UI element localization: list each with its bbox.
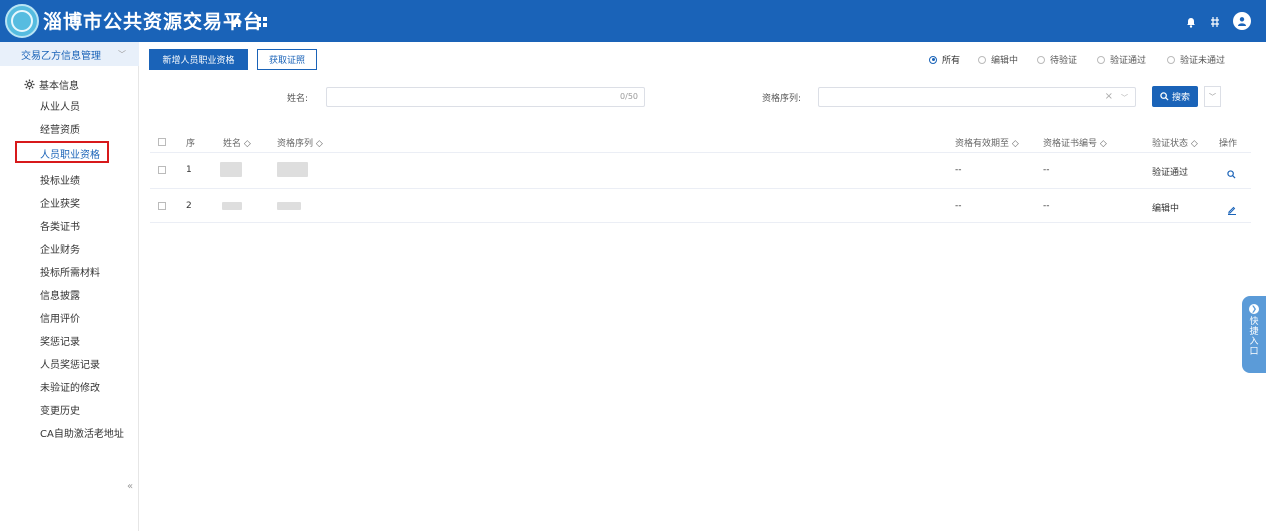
column-header-ops: 操作 bbox=[1219, 139, 1238, 149]
search-button[interactable]: 搜索 bbox=[1152, 86, 1198, 107]
filter-failed-label: 验证未通过 bbox=[1180, 56, 1226, 66]
row-cert-no: -- bbox=[1043, 201, 1050, 211]
platform-logo-icon bbox=[5, 4, 39, 38]
search-icon bbox=[1160, 92, 1169, 101]
sidebar-item-credit-rating[interactable]: 信用评价 bbox=[0, 307, 139, 327]
search-options-toggle[interactable]: ﹀ bbox=[1204, 86, 1221, 107]
series-field-label: 资格序列: bbox=[762, 94, 802, 104]
sidebar: 交易乙方信息管理 ﹀ 基本信息 从业人员 经营资质 人员职业资格 投标业绩 企业… bbox=[0, 42, 139, 531]
sort-icon[interactable]: ◇ bbox=[1191, 139, 1198, 149]
sidebar-group-header[interactable]: 交易乙方信息管理 ﹀ bbox=[0, 42, 139, 66]
name-char-counter: 0/50 bbox=[620, 92, 638, 101]
fetch-license-button[interactable]: 获取证照 bbox=[257, 49, 317, 70]
sidebar-item-personnel-rewards[interactable]: 人员奖惩记录 bbox=[0, 353, 139, 373]
row-seq: 2 bbox=[186, 201, 192, 211]
sidebar-item-business-qualification[interactable]: 经营资质 bbox=[0, 118, 139, 138]
sidebar-section-basic-info[interactable]: 基本信息 bbox=[24, 77, 79, 92]
language-switch-icon[interactable] bbox=[1207, 14, 1223, 30]
filter-failed-radio[interactable]: 验证未通过 bbox=[1167, 53, 1225, 66]
row-valid-until: -- bbox=[955, 201, 962, 211]
sidebar-item-unverified-changes[interactable]: 未验证的修改 bbox=[0, 376, 139, 396]
sort-icon[interactable]: ◇ bbox=[1012, 139, 1019, 149]
column-header-status[interactable]: 验证状态 ◇ bbox=[1152, 136, 1198, 149]
row-divider bbox=[150, 222, 1251, 223]
notification-bell-icon[interactable] bbox=[1183, 14, 1199, 30]
redacted-name bbox=[220, 162, 242, 177]
column-header-valid-label: 资格有效期至 bbox=[955, 139, 1010, 149]
edit-icon[interactable] bbox=[1227, 200, 1237, 219]
row-checkbox[interactable] bbox=[158, 166, 166, 174]
column-header-series[interactable]: 资格序列 ◇ bbox=[277, 136, 323, 149]
sidebar-item-certificates[interactable]: 各类证书 bbox=[0, 215, 139, 235]
header-divider bbox=[150, 152, 1251, 153]
filter-pending-label: 待验证 bbox=[1050, 56, 1078, 66]
row-valid-until: -- bbox=[955, 165, 962, 175]
filter-all-label: 所有 bbox=[942, 56, 961, 66]
row-status: 验证通过 bbox=[1152, 168, 1189, 178]
row-divider bbox=[150, 188, 1251, 189]
quick-entry-label: 快捷入口 bbox=[1249, 317, 1259, 357]
sidebar-section-label: 基本信息 bbox=[39, 81, 79, 92]
filter-passed-label: 验证通过 bbox=[1110, 56, 1147, 66]
quick-entry-arrow-icon: ❯ bbox=[1249, 304, 1259, 314]
clear-icon[interactable]: × bbox=[1105, 91, 1113, 102]
top-header: 淄博市公共资源交易平台 bbox=[0, 0, 1266, 42]
column-header-seq: 序 bbox=[186, 139, 196, 149]
sidebar-item-awards[interactable]: 企业获奖 bbox=[0, 192, 139, 212]
column-header-series-label: 资格序列 bbox=[277, 139, 314, 149]
chevron-down-icon: ﹀ bbox=[118, 49, 126, 59]
row-cert-no: -- bbox=[1043, 165, 1050, 175]
sidebar-item-finance[interactable]: 企业财务 bbox=[0, 238, 139, 258]
chevron-down-icon: ﹀ bbox=[1209, 92, 1216, 101]
apps-grid-icon[interactable] bbox=[254, 14, 270, 30]
sidebar-item-bid-materials[interactable]: 投标所需材料 bbox=[0, 261, 139, 281]
chevron-down-icon: ﹀ bbox=[1121, 94, 1128, 102]
sort-icon[interactable]: ◇ bbox=[1100, 139, 1107, 149]
redacted-series bbox=[277, 162, 308, 177]
series-select-input[interactable]: × ﹀ bbox=[818, 87, 1136, 107]
row-status: 编辑中 bbox=[1152, 204, 1180, 214]
sort-icon[interactable]: ◇ bbox=[316, 139, 323, 149]
sidebar-group-label: 交易乙方信息管理 bbox=[21, 50, 101, 62]
user-avatar-icon[interactable] bbox=[1233, 12, 1251, 30]
filter-editing-label: 编辑中 bbox=[991, 56, 1019, 66]
sidebar-item-change-history[interactable]: 变更历史 bbox=[0, 399, 139, 419]
home-icon[interactable] bbox=[229, 14, 245, 30]
column-header-valid-until[interactable]: 资格有效期至 ◇ bbox=[955, 136, 1019, 149]
redacted-name bbox=[222, 202, 242, 210]
sidebar-item-rewards-penalties[interactable]: 奖惩记录 bbox=[0, 330, 139, 350]
gear-icon bbox=[24, 79, 35, 90]
view-icon[interactable] bbox=[1227, 164, 1236, 183]
redacted-series bbox=[277, 202, 301, 210]
filter-passed-radio[interactable]: 验证通过 bbox=[1097, 53, 1146, 66]
row-seq: 1 bbox=[186, 165, 192, 175]
filter-pending-radio[interactable]: 待验证 bbox=[1037, 53, 1077, 66]
quick-entry-tab[interactable]: ❯ 快捷入口 bbox=[1242, 296, 1266, 373]
select-all-checkbox[interactable] bbox=[158, 138, 166, 146]
name-field-label: 姓名: bbox=[287, 94, 309, 104]
column-header-cert-label: 资格证书编号 bbox=[1043, 139, 1098, 149]
selected-item-highlight bbox=[15, 141, 109, 163]
add-qualification-button[interactable]: 新增人员职业资格 bbox=[149, 49, 248, 70]
filter-all-radio[interactable]: 所有 bbox=[929, 53, 960, 66]
sidebar-item-bid-performance[interactable]: 投标业绩 bbox=[0, 169, 139, 189]
column-header-cert-no[interactable]: 资格证书编号 ◇ bbox=[1043, 136, 1107, 149]
column-header-name[interactable]: 姓名 ◇ bbox=[223, 136, 251, 149]
column-header-status-label: 验证状态 bbox=[1152, 139, 1189, 149]
search-button-label: 搜索 bbox=[1171, 93, 1190, 103]
sidebar-item-practitioners[interactable]: 从业人员 bbox=[0, 95, 139, 115]
sidebar-item-ca-activation[interactable]: CA自助激活老地址 bbox=[0, 422, 139, 442]
row-checkbox[interactable] bbox=[158, 202, 166, 210]
sort-icon[interactable]: ◇ bbox=[244, 139, 251, 149]
filter-editing-radio[interactable]: 编辑中 bbox=[978, 53, 1018, 66]
sidebar-item-disclosure[interactable]: 信息披露 bbox=[0, 284, 139, 304]
collapse-sidebar-icon[interactable]: « bbox=[127, 481, 133, 492]
column-header-name-label: 姓名 bbox=[223, 139, 242, 149]
name-search-input[interactable]: 0/50 bbox=[326, 87, 645, 107]
